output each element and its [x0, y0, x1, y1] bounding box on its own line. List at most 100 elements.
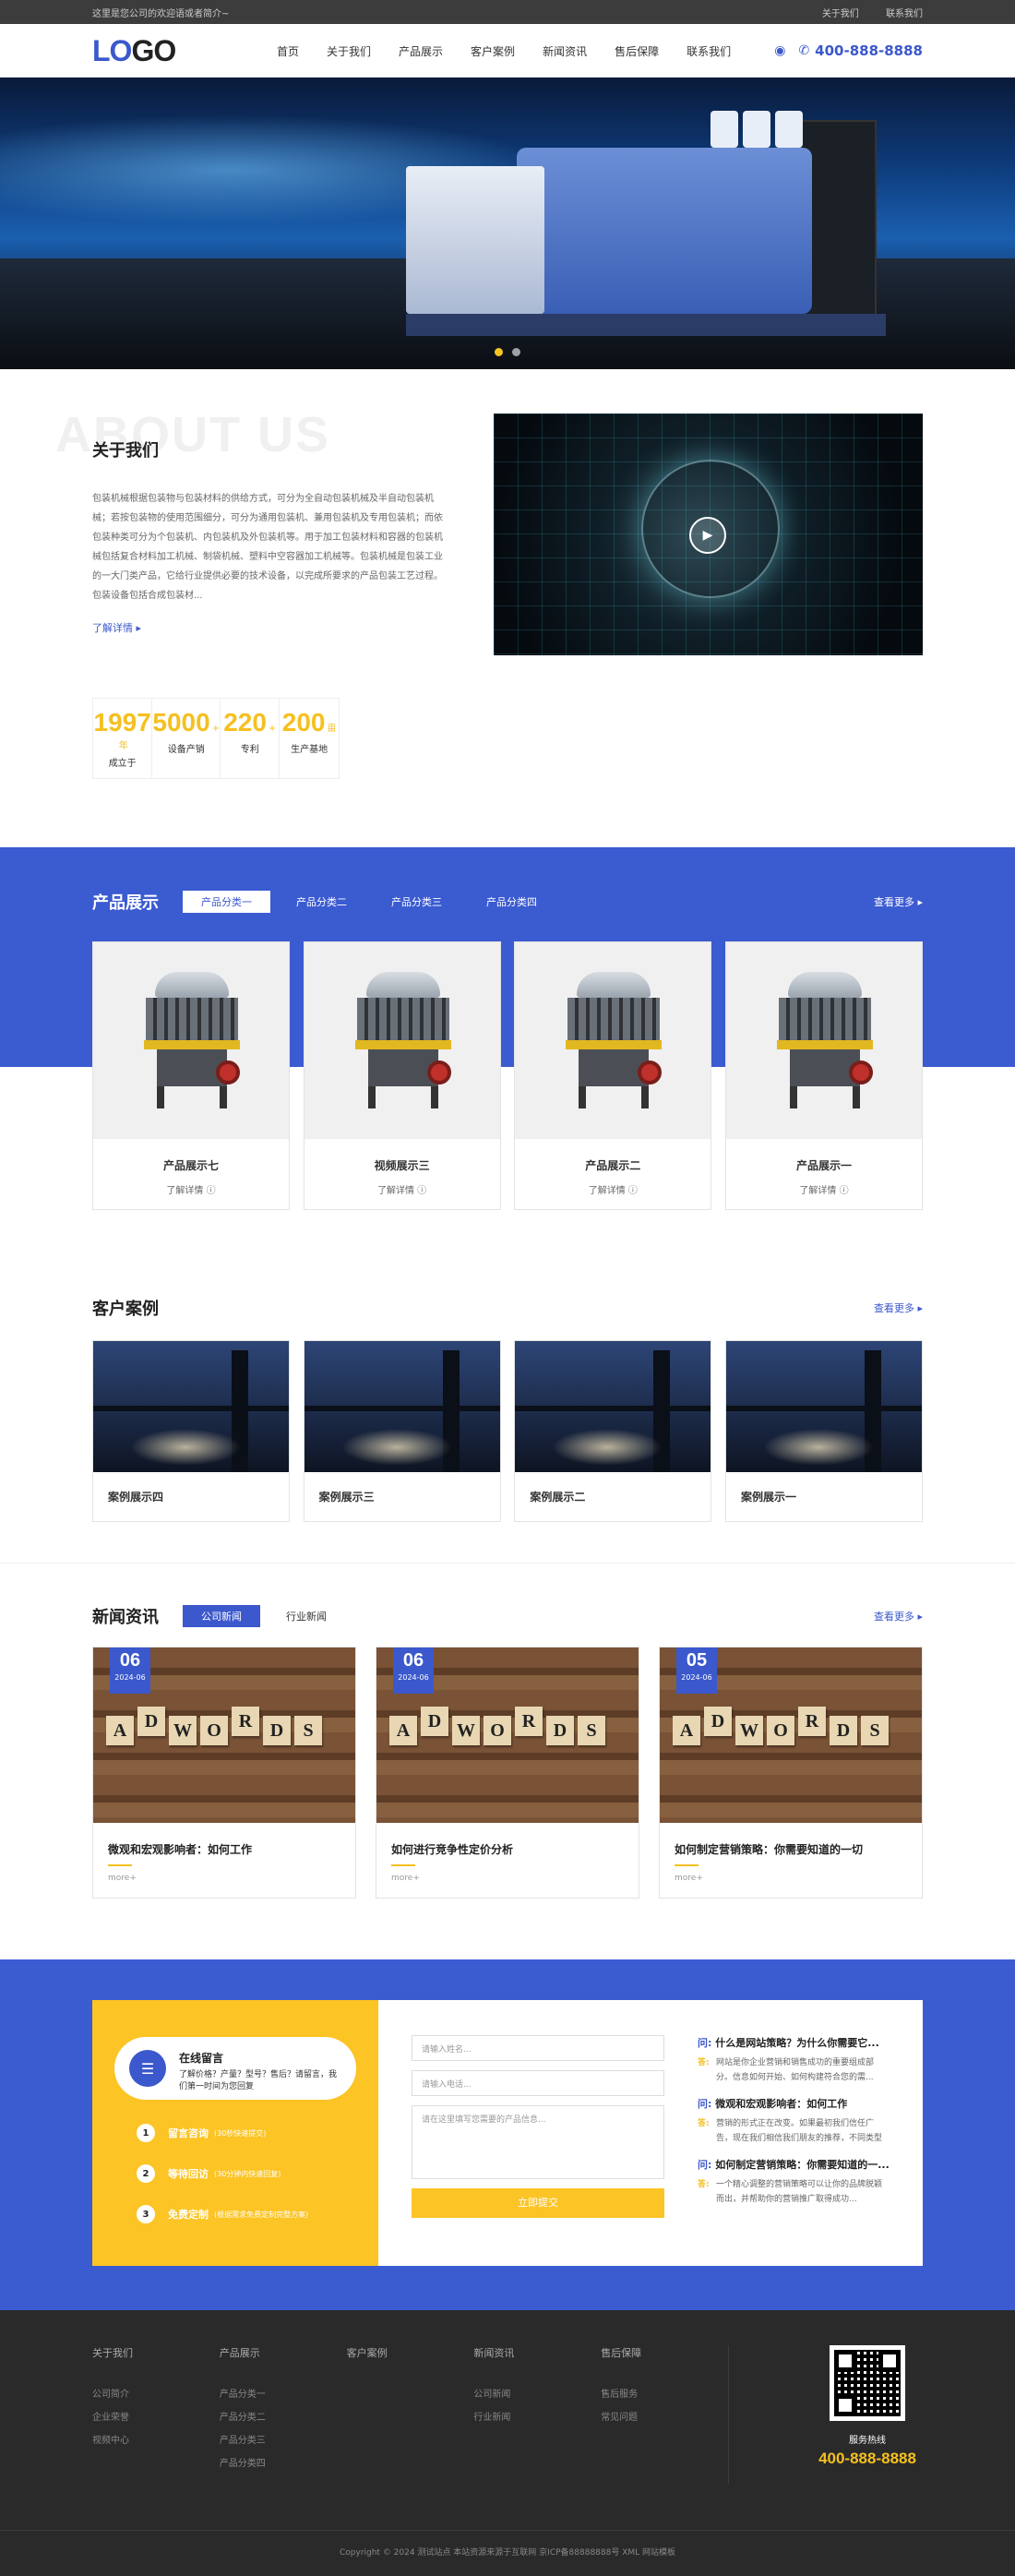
tab-industry-news[interactable]: 行业新闻	[268, 1605, 345, 1627]
banner-dots	[495, 348, 520, 356]
products-title: 产品展示	[92, 893, 159, 913]
case-name: 案例展示三	[318, 1491, 375, 1504]
arrow-right-icon: ▸	[136, 622, 142, 634]
circle-arrow-icon: ⓘ	[206, 1186, 216, 1196]
news-more-link[interactable]: 查看更多 ▸	[874, 1609, 923, 1623]
case-card[interactable]: 案例展示四	[92, 1340, 290, 1522]
product-more-link[interactable]: 了解详情 ⓘ	[304, 1182, 500, 1209]
letter-tiles: ADWORDS	[389, 1707, 605, 1745]
news-card[interactable]: ADWORDS 06 2024-06 微观和宏观影响者：如何工作 more+	[92, 1647, 356, 1899]
copyright: Copyright © 2024 测试站点 本站资源来源于互联网 京ICP备88…	[0, 2530, 1015, 2558]
case-name: 案例展示一	[740, 1491, 796, 1504]
case-image	[515, 1341, 711, 1472]
news-title-text: 微观和宏观影响者：如何工作	[108, 1843, 253, 1856]
product-card[interactable]: 产品展示一 了解详情 ⓘ	[724, 941, 923, 1210]
faq-item[interactable]: 问: 如何制定营销策略：你需要知道的一... 答: 一个精心调整的营销策略可以让你…	[698, 2157, 890, 2207]
main-nav: 首页 关于我们 产品展示 客户案例 新闻资讯 售后保障 联系我们	[277, 43, 774, 59]
news-more[interactable]: more+	[660, 1866, 922, 1898]
case-card[interactable]: 案例展示二	[514, 1340, 712, 1522]
cases-more-link[interactable]: 查看更多 ▸	[874, 1300, 923, 1315]
phone-input[interactable]: 请输入电话...	[412, 2070, 664, 2096]
header-phone: ◉ ✆ 400-888-8888	[774, 42, 923, 59]
nav-about[interactable]: 关于我们	[327, 43, 371, 59]
cases-section: 客户案例 查看更多 ▸ 案例展示四 案例展示三 案例展示二 案例展示一	[0, 1296, 1015, 1522]
message-step: 3 免费定制 (根据需求免费定制完整方案)	[114, 2205, 356, 2223]
footer-col-service: 售后保障 售后服务 常见问题	[601, 2347, 642, 2423]
banner-dot-1[interactable]	[495, 348, 503, 356]
case-card[interactable]: 案例展示三	[303, 1340, 501, 1522]
news-more[interactable]: more+	[376, 1866, 639, 1898]
product-more-link[interactable]: 了解详情 ⓘ	[93, 1182, 289, 1209]
message-step: 2 等待回访 (30分钟内快速回复)	[114, 2164, 356, 2183]
news-date-badge: 06 2024-06	[110, 1647, 150, 1694]
faq-item[interactable]: 问: 什么是网站策略？为什么你需要它... 答: 网站是你企业营销和销售成功的重要…	[698, 2035, 890, 2085]
footer-col-cases: 客户案例	[346, 2347, 388, 2359]
letter-tiles: ADWORDS	[673, 1707, 889, 1745]
hero-banner	[0, 78, 1015, 369]
stat-item: 200 亩 生产基地	[279, 699, 340, 778]
product-card[interactable]: 视频展示三 了解详情 ⓘ	[303, 941, 501, 1210]
news-title-text: 如何进行竞争性定价分析	[391, 1843, 514, 1856]
nav-service[interactable]: 售后保障	[615, 43, 659, 59]
generator-image	[406, 111, 923, 351]
case-image	[725, 1341, 922, 1472]
faq-item[interactable]: 问: 微观和宏观影响者：如何工作 答: 营销的形式正在改变。如果最初我们信任广告，…	[698, 2096, 890, 2146]
name-input[interactable]: 请输入姓名...	[412, 2035, 664, 2061]
logo[interactable]: LOGO	[92, 34, 277, 68]
nav-contact[interactable]: 联系我们	[687, 43, 731, 59]
header-phone-number: 400-888-8888	[815, 42, 923, 59]
product-more-link[interactable]: 了解详情 ⓘ	[515, 1182, 710, 1209]
stat-item: 5000 + 设备产销	[151, 699, 220, 778]
about-video[interactable]: ▶	[494, 413, 923, 655]
case-card[interactable]: 案例展示一	[724, 1340, 923, 1522]
tab-company-news[interactable]: 公司新闻	[183, 1605, 260, 1627]
tab-product-cat-1[interactable]: 产品分类一	[183, 891, 270, 913]
banner-dot-2[interactable]	[512, 348, 520, 356]
news-image: ADWORDS 06 2024-06	[93, 1647, 355, 1823]
arrow-right-icon: ▸	[917, 1611, 923, 1623]
news-section: 新闻资讯 公司新闻 行业新闻 查看更多 ▸ ADWORDS 06 2024-06	[0, 1563, 1015, 1899]
footer: 关于我们 公司简介 企业荣誉 视频中心 产品展示 产品分类一 产品分类二 产品分…	[0, 2310, 1015, 2576]
nav-home[interactable]: 首页	[277, 43, 299, 59]
wechat-icon[interactable]: ◉	[774, 43, 785, 58]
news-card[interactable]: ADWORDS 06 2024-06 如何进行竞争性定价分析 more+	[376, 1647, 639, 1899]
news-card[interactable]: ADWORDS 05 2024-06 如何制定营销策略：你需要知道的一切 mor…	[659, 1647, 923, 1899]
top-link-about[interactable]: 关于我们	[822, 9, 859, 19]
submit-button[interactable]: 立即提交	[412, 2188, 664, 2218]
content-textarea[interactable]: 请在这里填写您需要的产品信息...	[412, 2105, 664, 2179]
tab-product-cat-2[interactable]: 产品分类二	[278, 891, 365, 913]
product-name: 产品展示二	[515, 1138, 711, 1182]
case-name: 案例展示二	[530, 1491, 586, 1504]
product-card[interactable]: 产品展示二 了解详情 ⓘ	[514, 941, 712, 1210]
qr-code	[830, 2345, 905, 2421]
footer-col-products: 产品展示 产品分类一 产品分类二 产品分类三 产品分类四	[219, 2347, 266, 2469]
product-name: 产品展示一	[725, 1138, 922, 1182]
top-bar: 这里是您公司的欢迎语或者简介~ 关于我们 联系我们	[0, 0, 1015, 24]
news-title-text: 如何制定营销策略：你需要知道的一切	[675, 1843, 864, 1856]
play-icon[interactable]: ▶	[689, 517, 726, 554]
welcome-text: 这里是您公司的欢迎语或者简介~	[92, 8, 230, 19]
about-more-link[interactable]: 了解详情 ▸	[92, 620, 443, 635]
footer-contact: 服务热线 400-888-8888	[729, 2345, 923, 2484]
product-name: 视频展示三	[304, 1138, 500, 1182]
nav-products[interactable]: 产品展示	[399, 43, 443, 59]
product-card[interactable]: 产品展示七 了解详情 ⓘ	[92, 941, 290, 1210]
product-more-link[interactable]: 了解详情 ⓘ	[726, 1182, 922, 1209]
circle-arrow-icon: ⓘ	[839, 1186, 849, 1196]
products-more-link[interactable]: 查看更多 ▸	[874, 894, 923, 909]
letter-tiles: ADWORDS	[106, 1707, 322, 1745]
tab-product-cat-4[interactable]: 产品分类四	[468, 891, 555, 913]
tab-product-cat-3[interactable]: 产品分类三	[373, 891, 460, 913]
message-title: 在线留言	[179, 2052, 224, 2065]
top-link-contact[interactable]: 联系我们	[886, 9, 923, 19]
stat-item: 1997年 成立于	[92, 699, 151, 778]
product-image	[304, 942, 500, 1138]
nav-news[interactable]: 新闻资讯	[543, 43, 587, 59]
footer-col-about: 关于我们 公司简介 企业荣誉 视频中心	[92, 2347, 133, 2446]
message-section: ☰ 在线留言 了解价格？产量？型号？售后？请留言，我们第一时间为您回复 1 留言咨…	[0, 1959, 1015, 2310]
nav-cases[interactable]: 客户案例	[471, 43, 515, 59]
about-title: 关于我们	[92, 441, 159, 461]
phone-icon: ✆	[798, 43, 810, 58]
product-image	[515, 942, 711, 1138]
news-more[interactable]: more+	[93, 1866, 355, 1898]
